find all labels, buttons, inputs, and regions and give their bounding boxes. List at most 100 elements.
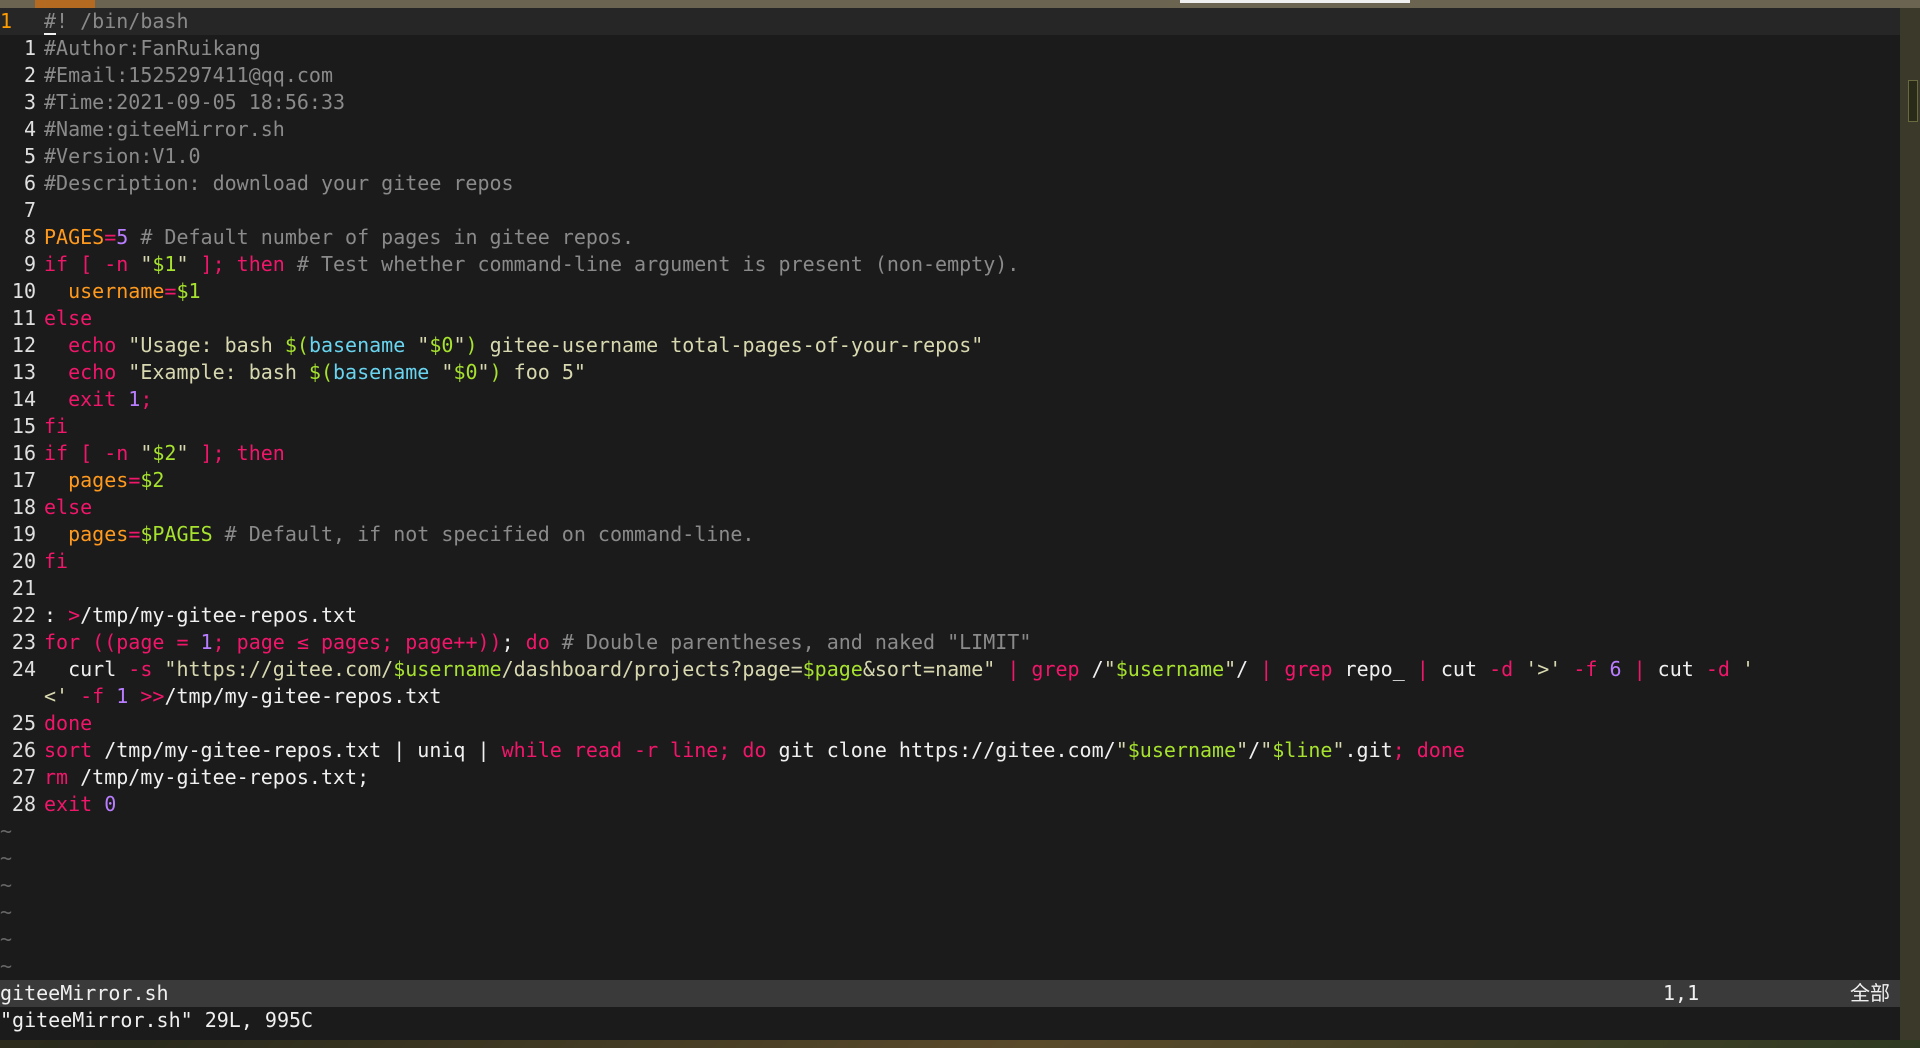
code-line[interactable]: 19 pages=$PAGES # Default, if not specif… [0, 521, 1900, 548]
code-token: 0 [92, 792, 117, 816]
code-line[interactable]: 5 #Version:V1.0 [0, 143, 1900, 170]
code-line[interactable]: 27 rm /tmp/my-gitee-repos.txt; [0, 764, 1900, 791]
line-number: 17 [11, 468, 36, 492]
code-token: ' [1729, 657, 1755, 681]
code-token: " [429, 360, 454, 384]
code-line[interactable]: 18 else [0, 494, 1900, 521]
code-line[interactable]: 12 echo "Usage: bash $(basename "$0") gi… [0, 332, 1900, 359]
code-line[interactable]: 15 fi [0, 413, 1900, 440]
code-token: pages [68, 522, 129, 546]
line-number: 27 [11, 765, 36, 789]
code-token: $1 [176, 279, 201, 303]
code-token: #Author:FanRuikang [44, 36, 261, 60]
code-token: '>' [1513, 657, 1562, 681]
code-token: basename [308, 333, 406, 357]
line-number: 16 [11, 441, 36, 465]
scrollbar-thumb[interactable] [1908, 80, 1918, 122]
code-token: / [1079, 657, 1104, 681]
code-token: do [513, 630, 550, 654]
code-line[interactable]: 4 #Name:giteeMirror.sh [0, 116, 1900, 143]
line-number: 20 [11, 549, 36, 573]
code-token: rm [44, 765, 69, 789]
empty-buffer-line: ~ [0, 954, 13, 978]
code-line[interactable]: 11 else [0, 305, 1900, 332]
code-line[interactable]: 24 curl -s "https://gitee.com/$username/… [0, 656, 1900, 683]
code-line[interactable]: 20 fi [0, 548, 1900, 575]
line-number: 12 [11, 333, 36, 357]
code-token: " [1236, 738, 1249, 762]
line-number: 26 [11, 738, 36, 762]
code-token: grep [1031, 657, 1080, 681]
terminal-scrollbar[interactable] [1900, 8, 1920, 1040]
code-line[interactable]: <' -f 1 >>/tmp/my-gitee-repos.txt [0, 683, 1900, 710]
line-code: done [44, 710, 92, 737]
line-number: 1 [23, 36, 36, 60]
code-line[interactable]: 26 sort /tmp/my-gitee-repos.txt | uniq | … [0, 737, 1900, 764]
vim-editor-buffer[interactable]: 1 #! /bin/bash 1 #Author:FanRuikang 2 #Email:… [0, 8, 1900, 980]
code-token: # Default, if not specified on command-l… [212, 522, 755, 546]
code-token: #Description: download your gitee repos [44, 171, 514, 195]
code-token: " [1224, 657, 1237, 681]
code-line[interactable]: 28 exit 0 [0, 791, 1900, 818]
code-line[interactable]: 16 if [ -n "$2" ]; then [0, 440, 1900, 467]
code-line[interactable]: 8 PAGES=5 # Default number of pages in gi… [0, 224, 1900, 251]
code-token: for (( [44, 630, 117, 654]
code-token: &sort=name" [862, 657, 996, 681]
line-number: 10 [11, 279, 36, 303]
line-code: exit 0 [44, 791, 116, 818]
code-token: " [477, 360, 490, 384]
code-token: 6 [1597, 657, 1622, 681]
status-cursor-position: 1,1 [1663, 981, 1700, 1005]
code-line[interactable]: 9 if [ -n "$1" ]; then # Test whether com… [0, 251, 1900, 278]
code-line[interactable]: 7 [0, 197, 1900, 224]
code-line[interactable]: 2 #Email:1525297411@qq.com [0, 62, 1900, 89]
code-token: #Name:giteeMirror.sh [44, 117, 285, 141]
code-token: cut [1428, 657, 1490, 681]
code-token: /tmp/my-gitee-repos.txt [164, 684, 442, 708]
terminal-window[interactable]: 1 #! /bin/bash 1 #Author:FanRuikang 2 #Email:… [0, 8, 1900, 1040]
line-code: : >/tmp/my-gitee-repos.txt [44, 602, 357, 629]
code-token: " [405, 333, 430, 357]
code-token: else [44, 495, 93, 519]
line-number: 1 [0, 9, 13, 33]
code-line[interactable]: 13 echo "Example: bash $(basename "$0") … [0, 359, 1900, 386]
code-token: done [44, 711, 93, 735]
line-code: echo "Usage: bash $(basename "$0") gitee… [44, 332, 983, 359]
line-number: 9 [23, 252, 36, 276]
tab-accent [35, 0, 95, 8]
code-line[interactable]: 23 for ((page = 1; page ≤ pages; page++))… [0, 629, 1900, 656]
code-token: repo_ [1332, 657, 1417, 681]
line-code: #! /bin/bash [44, 8, 189, 35]
code-line[interactable]: 1 #Author:FanRuikang [0, 35, 1900, 62]
line-code: fi [44, 413, 68, 440]
code-token: -f [68, 684, 105, 708]
code-line[interactable]: 6 #Description: download your gitee repos [0, 170, 1900, 197]
line-code: pages=$2 [44, 467, 164, 494]
code-line[interactable]: 17 pages=$2 [0, 467, 1900, 494]
code-token: username [68, 279, 165, 303]
line-number: 25 [11, 711, 36, 735]
code-line[interactable]: 21 [0, 575, 1900, 602]
line-number: 15 [11, 414, 36, 438]
code-token: curl [44, 657, 129, 681]
vim-command-line[interactable]: "giteeMirror.sh" 29L, 995C [0, 1007, 1900, 1034]
code-line[interactable]: 3 #Time:2021-09-05 18:56:33 [0, 89, 1900, 116]
line-number: 23 [11, 630, 36, 654]
code-token: = [104, 225, 117, 249]
line-code: PAGES=5 # Default number of pages in git… [44, 224, 634, 251]
code-line[interactable]: 25 done [0, 710, 1900, 737]
code-token: = [164, 279, 177, 303]
code-line[interactable]: 10 username=$1 [0, 278, 1900, 305]
line-number: 6 [23, 171, 36, 195]
empty-buffer-line: ~ [0, 819, 13, 843]
code-token: $0 [429, 333, 454, 357]
code-token: "Example: bash [116, 360, 309, 384]
code-line[interactable]: 14 exit 1; [0, 386, 1900, 413]
code-token: $page [802, 657, 863, 681]
code-token: foo 5" [501, 360, 586, 384]
code-line[interactable]: 22: >/tmp/my-gitee-repos.txt [0, 602, 1900, 629]
line-code: else [44, 494, 92, 521]
code-token: /dashboard/projects?page= [501, 657, 803, 681]
code-line[interactable]: 1 #! /bin/bash [0, 8, 1900, 35]
code-token: if [ -n [44, 441, 141, 465]
